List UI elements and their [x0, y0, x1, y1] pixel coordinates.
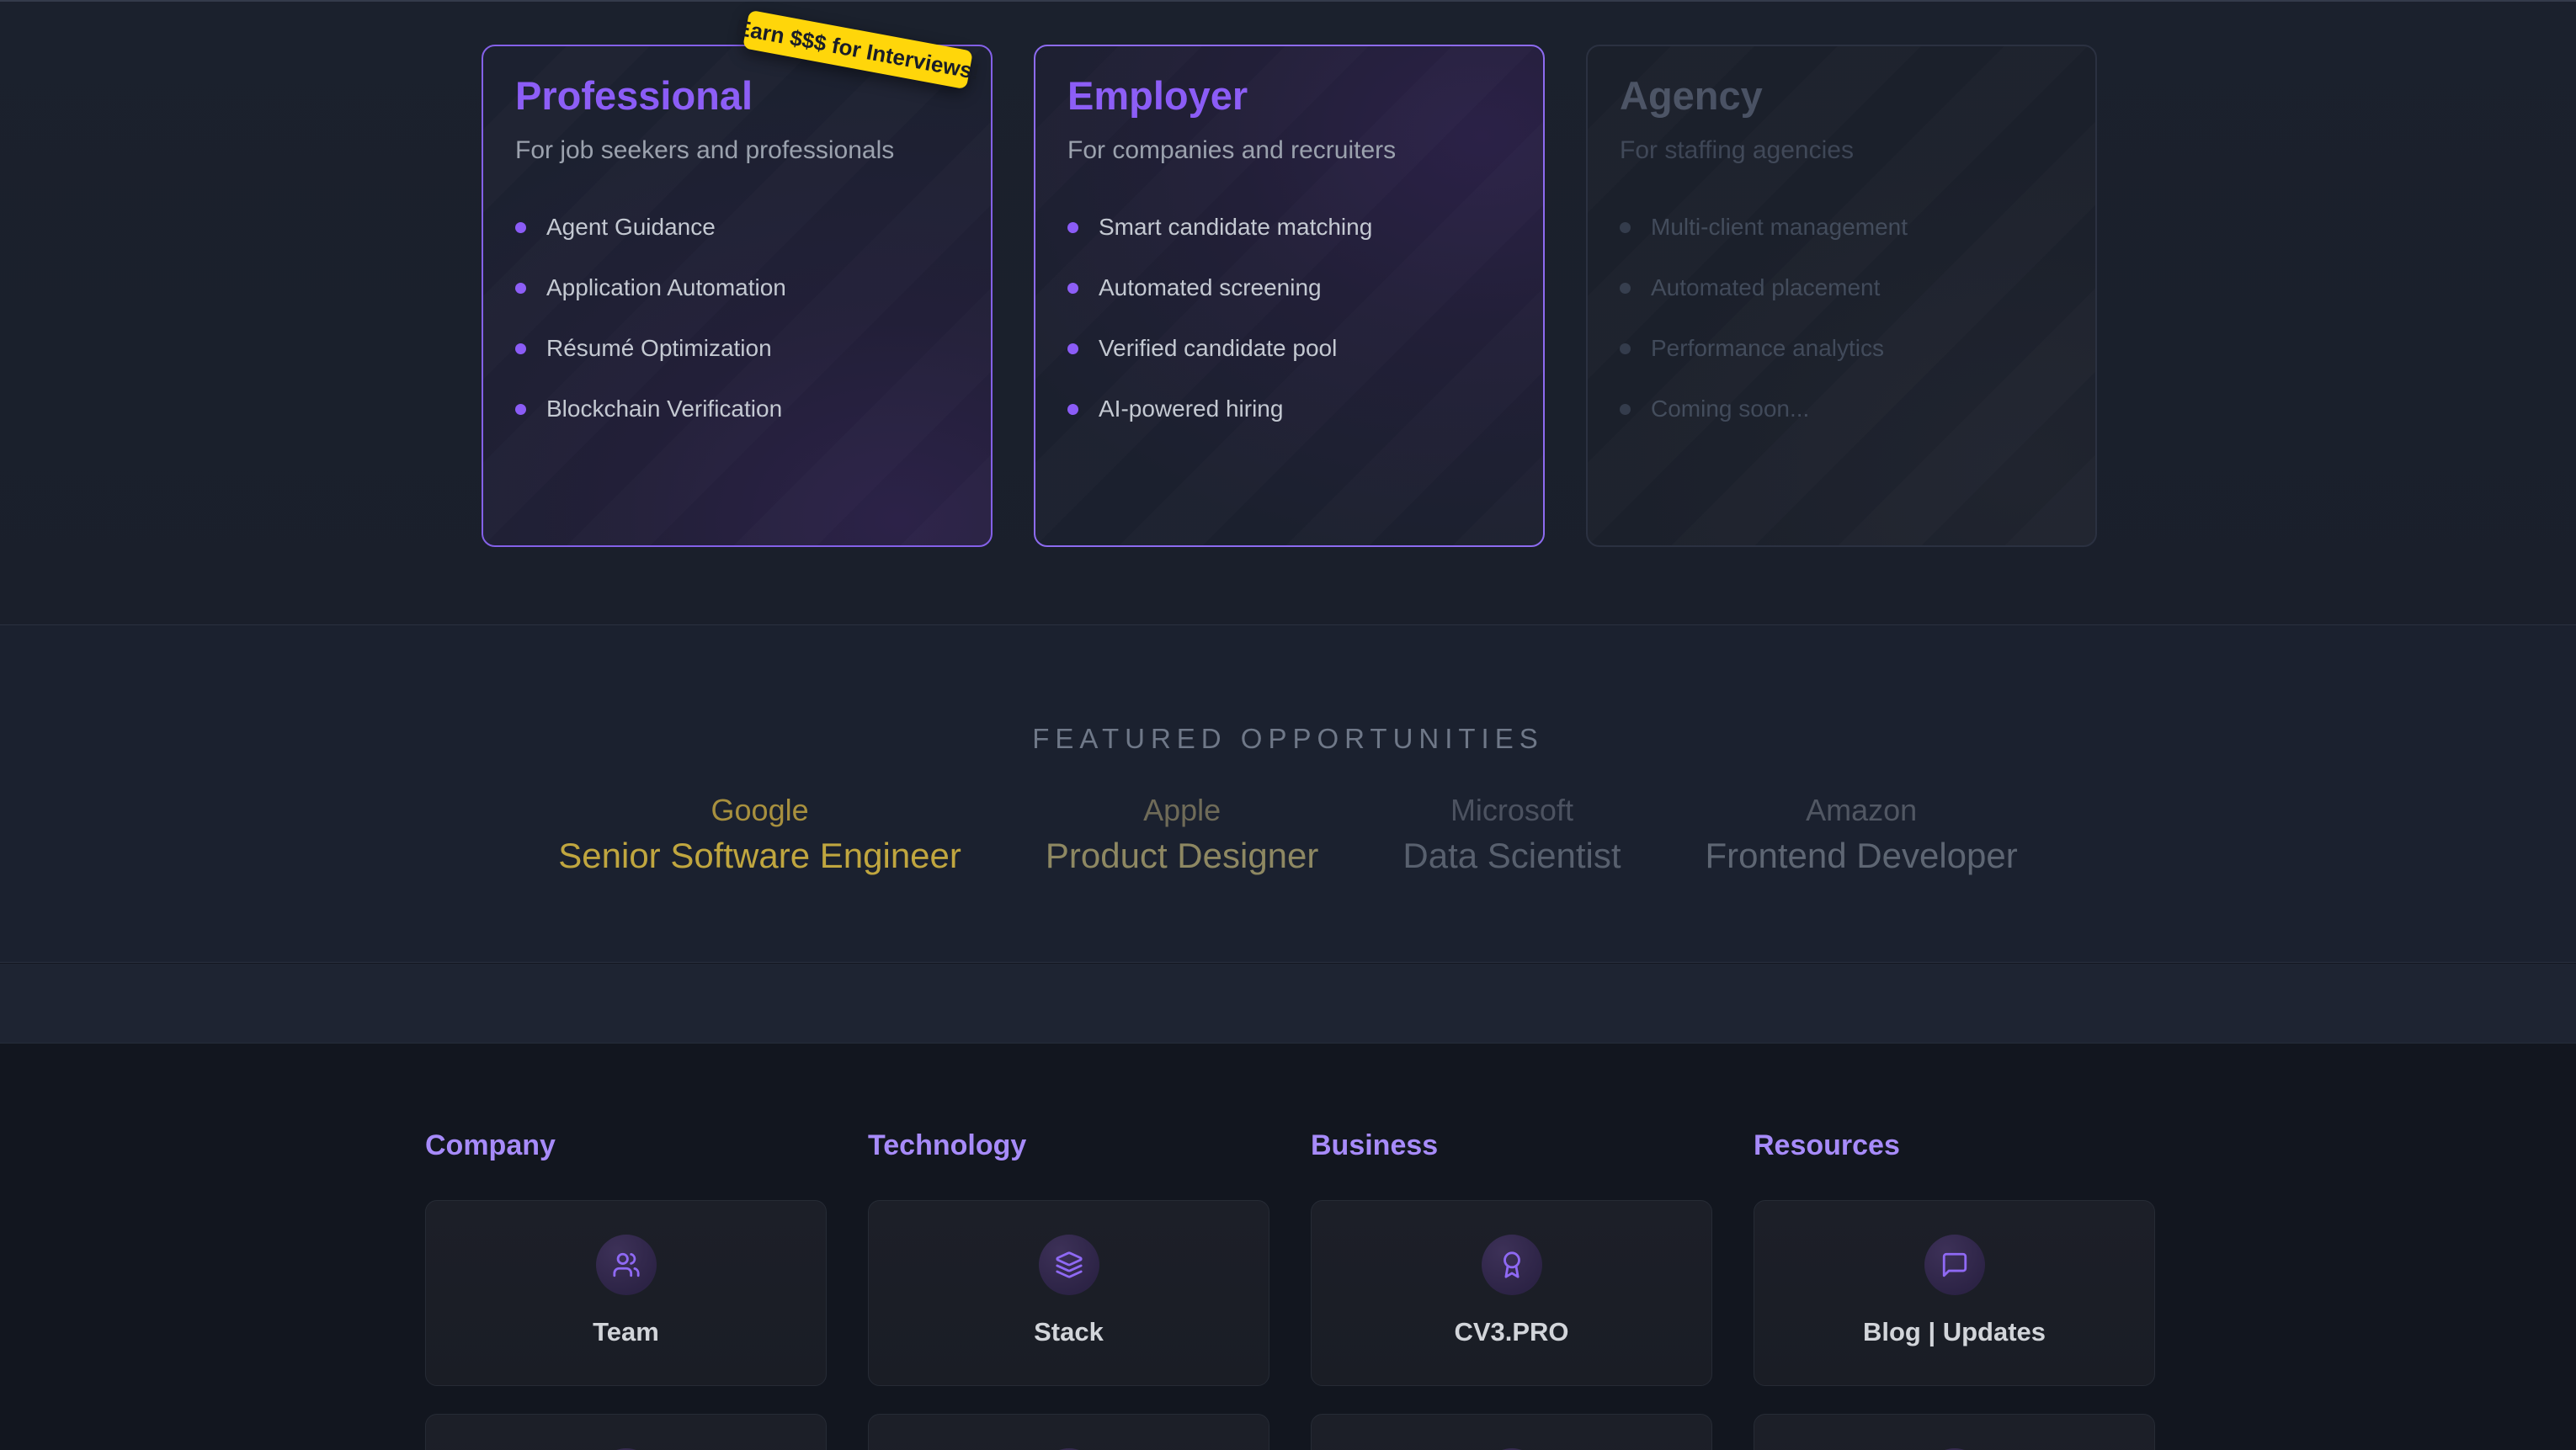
- footer-card-stack[interactable]: Stack: [868, 1200, 1269, 1386]
- featured-company: Google: [558, 792, 961, 829]
- footer-card-partial[interactable]: [868, 1414, 1269, 1450]
- plan-feature-list: Smart candidate matching Automated scree…: [1067, 213, 1511, 423]
- plan-subtitle: For job seekers and professionals: [515, 134, 959, 167]
- plan-feature-label: Résumé Optimization: [546, 334, 772, 363]
- plan-feature: Application Automation: [515, 274, 959, 302]
- footer-column-business: Business CV3.PRO: [1311, 1128, 1712, 1450]
- footer-card-partial[interactable]: [425, 1414, 827, 1450]
- footer-column-heading: Technology: [868, 1128, 1269, 1163]
- plan-feature-label: Application Automation: [546, 274, 786, 302]
- bullet-dot-icon: [1067, 283, 1078, 294]
- plan-feature: Coming soon...: [1620, 395, 2063, 423]
- footer-card-label: Blog | Updates: [1863, 1317, 2046, 1347]
- plan-feature: Automated screening: [1067, 274, 1511, 302]
- plan-feature: Smart candidate matching: [1067, 213, 1511, 242]
- featured-heading: FEATURED OPPORTUNITIES: [0, 625, 2576, 755]
- bullet-dot-icon: [515, 404, 526, 415]
- bullet-dot-icon: [1067, 222, 1078, 233]
- plan-feature-label: Automated placement: [1651, 274, 1880, 302]
- plan-card-employer[interactable]: Employer For companies and recruiters Sm…: [1034, 45, 1545, 547]
- featured-company: Apple: [1046, 792, 1319, 829]
- plan-feature-label: Performance analytics: [1651, 334, 1884, 363]
- plan-feature: Blockchain Verification: [515, 395, 959, 423]
- bullet-dot-icon: [1067, 404, 1078, 415]
- bullet-dot-icon: [1620, 222, 1631, 233]
- footer-card-partial[interactable]: [1311, 1414, 1712, 1450]
- footer-column-heading: Company: [425, 1128, 827, 1163]
- bullet-dot-icon: [1620, 343, 1631, 354]
- featured-item: Microsoft Data Scientist: [1402, 792, 1621, 878]
- featured-item: Apple Product Designer: [1046, 792, 1319, 878]
- featured-role: Frontend Developer: [1706, 834, 2018, 878]
- footer-card-partial[interactable]: [1754, 1414, 2155, 1450]
- spacer-band: [0, 964, 2576, 1043]
- footer-card-team[interactable]: Team: [425, 1200, 827, 1386]
- plan-feature: Verified candidate pool: [1067, 334, 1511, 363]
- featured-opportunities-section: FEATURED OPPORTUNITIES Google Senior Sof…: [0, 624, 2576, 963]
- featured-item: Amazon Frontend Developer: [1706, 792, 2018, 878]
- users-icon: [596, 1235, 657, 1295]
- award-icon: [1482, 1235, 1542, 1295]
- plan-feature: Performance analytics: [1620, 334, 2063, 363]
- bullet-dot-icon: [1620, 404, 1631, 415]
- bullet-dot-icon: [1067, 343, 1078, 354]
- plan-feature-label: Blockchain Verification: [546, 395, 782, 423]
- featured-role: Data Scientist: [1402, 834, 1621, 878]
- plans-section: Earn $$$ for Interviews! Professional Fo…: [0, 0, 2576, 624]
- plan-feature-label: Verified candidate pool: [1099, 334, 1337, 363]
- footer-section: Company Team Technology: [0, 1043, 2576, 1450]
- footer-card-label: Stack: [1034, 1317, 1104, 1347]
- bullet-dot-icon: [515, 283, 526, 294]
- bullet-dot-icon: [515, 222, 526, 233]
- plan-feature: Multi-client management: [1620, 213, 2063, 242]
- featured-item: Google Senior Software Engineer: [558, 792, 961, 878]
- footer-columns: Company Team Technology: [425, 1128, 2155, 1450]
- plan-feature-list: Agent Guidance Application Automation Ré…: [515, 213, 959, 423]
- plan-feature-label: Automated screening: [1099, 274, 1322, 302]
- featured-company: Amazon: [1706, 792, 2018, 829]
- message-icon: [1924, 1235, 1985, 1295]
- plan-card-agency: Agency For staffing agencies Multi-clien…: [1586, 45, 2097, 547]
- footer-column-technology: Technology Stack: [868, 1128, 1269, 1450]
- featured-role: Product Designer: [1046, 834, 1319, 878]
- footer-card-cv3pro[interactable]: CV3.PRO: [1311, 1200, 1712, 1386]
- bullet-dot-icon: [1620, 283, 1631, 294]
- plan-feature-list: Multi-client management Automated placem…: [1620, 213, 2063, 423]
- plans-row: Professional For job seekers and profess…: [482, 45, 2097, 547]
- plan-feature-label: AI-powered hiring: [1099, 395, 1283, 423]
- footer-column-heading: Resources: [1754, 1128, 2155, 1163]
- plan-feature: AI-powered hiring: [1067, 395, 1511, 423]
- plan-feature: Résumé Optimization: [515, 334, 959, 363]
- plan-feature-label: Multi-client management: [1651, 213, 1908, 242]
- footer-column-company: Company Team: [425, 1128, 827, 1450]
- footer-column-heading: Business: [1311, 1128, 1712, 1163]
- featured-role: Senior Software Engineer: [558, 834, 961, 878]
- footer-column-resources: Resources Blog | Updates: [1754, 1128, 2155, 1450]
- plan-feature: Automated placement: [1620, 274, 2063, 302]
- featured-company: Microsoft: [1402, 792, 1621, 829]
- plan-feature-label: Smart candidate matching: [1099, 213, 1372, 242]
- footer-card-blog[interactable]: Blog | Updates: [1754, 1200, 2155, 1386]
- plan-subtitle: For staffing agencies: [1620, 134, 2063, 167]
- plan-card-professional[interactable]: Professional For job seekers and profess…: [482, 45, 993, 547]
- bullet-dot-icon: [515, 343, 526, 354]
- plan-feature: Agent Guidance: [515, 213, 959, 242]
- footer-card-label: CV3.PRO: [1454, 1317, 1568, 1347]
- plan-title: Agency: [1620, 72, 2063, 120]
- featured-row: Google Senior Software Engineer Apple Pr…: [0, 792, 2576, 878]
- footer-card-label: Team: [593, 1317, 659, 1347]
- plan-feature-label: Agent Guidance: [546, 213, 716, 242]
- plan-title: Professional: [515, 72, 959, 120]
- layers-icon: [1039, 1235, 1099, 1295]
- plan-feature-label: Coming soon...: [1651, 395, 1809, 423]
- plan-title: Employer: [1067, 72, 1511, 120]
- plan-subtitle: For companies and recruiters: [1067, 134, 1511, 167]
